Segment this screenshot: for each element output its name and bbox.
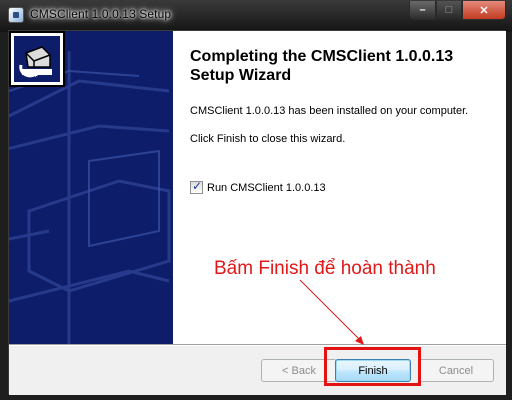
- wizard-content: Completing the CMSClient 1.0.0.13 Setup …: [173, 31, 506, 344]
- run-app-option[interactable]: Run CMSClient 1.0.0.13: [190, 179, 326, 194]
- title-bar[interactable]: CMSClient 1.0.0.13 Setup – □ ✕: [0, 0, 512, 32]
- minimize-button[interactable]: –: [409, 1, 436, 20]
- installed-message: CMSClient 1.0.0.13 has been installed on…: [190, 105, 469, 117]
- setup-window: CMSClient 1.0.0.13 Setup – □ ✕ Completin…: [0, 0, 512, 400]
- minimize-icon: –: [419, 4, 426, 16]
- install-box-icon: [9, 31, 65, 87]
- finish-highlight-box: [324, 347, 421, 386]
- wizard-client-area: Completing the CMSClient 1.0.0.13 Setup …: [8, 30, 506, 395]
- cancel-button: Cancel: [418, 359, 494, 382]
- run-app-label[interactable]: Run CMSClient 1.0.0.13: [207, 182, 326, 194]
- close-icon: ✕: [479, 4, 489, 17]
- close-instruction: Click Finish to close this wizard.: [190, 133, 346, 145]
- run-app-checkbox[interactable]: [190, 179, 203, 194]
- maximize-icon: □: [445, 4, 453, 16]
- installer-icon: [8, 7, 24, 23]
- caption-buttons: – □ ✕: [409, 1, 506, 21]
- wizard-banner: [9, 31, 173, 344]
- maximize-button: □: [436, 1, 462, 20]
- close-button[interactable]: ✕: [462, 1, 506, 20]
- wizard-footer: < Back Finish Cancel: [9, 346, 506, 395]
- page-title: Completing the CMSClient 1.0.0.13 Setup …: [190, 48, 454, 84]
- window-title: CMSClient 1.0.0.13 Setup: [30, 7, 172, 21]
- instruction-annotation: Bấm Finish để hoàn thành: [214, 258, 436, 279]
